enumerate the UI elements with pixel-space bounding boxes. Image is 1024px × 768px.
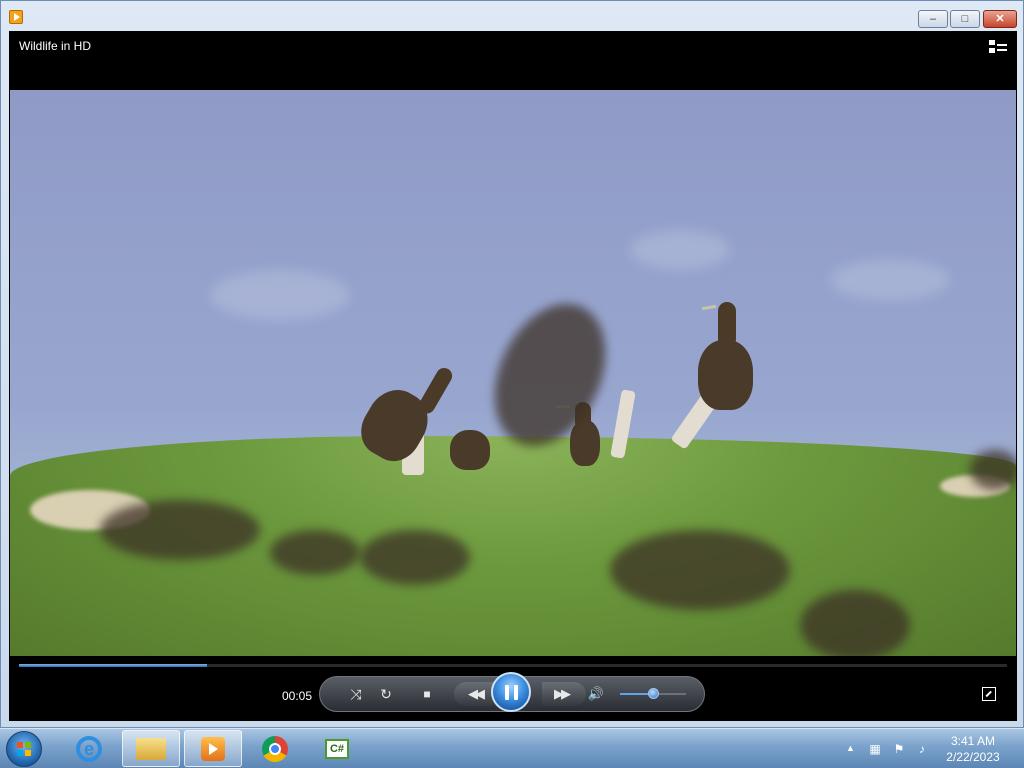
windows-logo-icon — [17, 742, 31, 756]
switch-to-library-icon[interactable] — [989, 40, 1007, 54]
windows-explorer-button[interactable] — [122, 730, 180, 767]
now-playing-area: Wildlife in HD 00:05 ⤨ ↻ ■ ◀◀ ▶▶ 🔊 — [9, 31, 1017, 721]
taskbar: e C# ▲ ▦ ⚑ ♪ 3:41 AM 2/22/2023 — [0, 728, 1024, 768]
internet-explorer-button[interactable]: e — [60, 730, 118, 767]
video-frame[interactable] — [10, 90, 1016, 656]
minimize-button[interactable]: – — [918, 10, 948, 28]
windows-media-player-button[interactable] — [184, 730, 242, 767]
bird — [450, 430, 490, 470]
stop-icon[interactable]: ■ — [417, 684, 437, 704]
seek-progress — [19, 664, 207, 667]
rewind-icon[interactable]: ◀◀ — [460, 684, 490, 704]
folder-icon — [136, 737, 166, 760]
fast-forward-icon[interactable]: ▶▶ — [546, 684, 576, 704]
elapsed-time: 00:05 — [282, 689, 313, 703]
csharp-app-button[interactable]: C# — [308, 730, 366, 767]
close-button[interactable]: ✕ — [983, 10, 1017, 28]
show-hidden-icons-icon[interactable]: ▲ — [846, 743, 855, 753]
volume-slider[interactable] — [620, 688, 686, 699]
seek-bar[interactable] — [19, 664, 1007, 667]
pause-button[interactable] — [491, 672, 531, 712]
csharp-icon: C# — [325, 738, 349, 759]
shuffle-icon[interactable]: ⤨ — [346, 684, 366, 704]
clock-date: 2/22/2023 — [946, 750, 1000, 764]
internet-explorer-icon: e — [76, 735, 102, 762]
chrome-button[interactable] — [246, 730, 304, 767]
fullscreen-icon[interactable] — [982, 687, 996, 701]
bird — [698, 302, 753, 410]
chrome-icon — [262, 735, 288, 762]
windows-media-player-icon — [201, 736, 225, 761]
media-player-window: – □ ✕ Wildlife in HD 00:05 ⤨ ↻ ■ ◀◀ ▶▶ 🔊 — [0, 0, 1024, 728]
bird — [556, 402, 600, 466]
clock[interactable]: 3:41 AM 2/22/2023 — [940, 733, 1006, 765]
repeat-icon[interactable]: ↻ — [376, 684, 396, 704]
speaker-icon[interactable]: 🔊 — [586, 684, 606, 704]
pause-icon — [505, 685, 509, 700]
volume-slider-thumb[interactable] — [648, 688, 659, 699]
windows-media-player-icon — [9, 10, 23, 24]
clock-time: 3:41 AM — [950, 734, 996, 748]
volume-icon[interactable]: ♪ — [915, 742, 929, 756]
start-button[interactable] — [6, 731, 42, 767]
action-center-icon[interactable]: ⚑ — [892, 742, 906, 756]
title-bar[interactable]: – □ ✕ — [1, 1, 1023, 31]
media-title: Wildlife in HD — [19, 39, 92, 53]
network-icon[interactable]: ▦ — [868, 742, 882, 756]
maximize-button[interactable]: □ — [950, 10, 980, 28]
